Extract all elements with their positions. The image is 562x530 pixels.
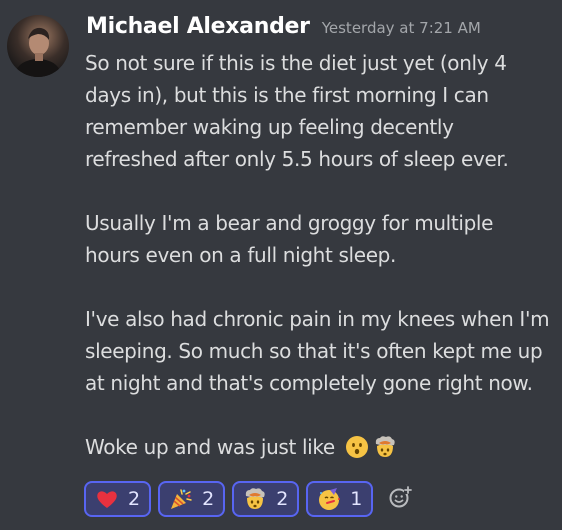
- message-header: Michael Alexander Yesterday at 7:21 AM: [86, 14, 481, 50]
- partying-face-icon: [317, 487, 341, 511]
- message-line: hours even on a full night sleep.: [85, 243, 397, 267]
- message-line: So not sure if this is the diet just yet…: [85, 51, 507, 75]
- message-line: refreshed after only 5.5 hours of sleep …: [85, 147, 509, 171]
- reaction-count: 2: [276, 488, 289, 510]
- reaction-party-popper[interactable]: 2: [158, 481, 226, 517]
- exploding-head-icon: [243, 487, 267, 511]
- reaction-partying-face[interactable]: 1: [306, 481, 374, 517]
- reaction-count: 2: [202, 488, 215, 510]
- add-reaction-icon: [388, 485, 413, 513]
- exploding-head-icon[interactable]: [373, 435, 397, 459]
- reaction-count: 1: [350, 488, 363, 510]
- party-popper-icon: [169, 487, 193, 511]
- reaction-count: 2: [128, 488, 141, 510]
- username[interactable]: Michael Alexander: [86, 14, 310, 39]
- timestamp[interactable]: Yesterday at 7:21 AM: [322, 19, 481, 37]
- message-line: remember waking up feeling decently: [85, 115, 454, 139]
- reactions-bar: 2 2 2 1: [84, 481, 418, 517]
- message-line: days in), but this is the first morning …: [85, 83, 489, 107]
- reaction-exploding-head[interactable]: 2: [232, 481, 300, 517]
- message-last-line: Woke up and was just like: [85, 431, 555, 463]
- avatar[interactable]: [7, 15, 69, 77]
- add-reaction-button[interactable]: [382, 481, 418, 517]
- reaction-heart[interactable]: 2: [84, 481, 152, 517]
- message-line: sleeping. So much so that it's often kep…: [85, 339, 543, 363]
- message-content: So not sure if this is the diet just yet…: [85, 47, 555, 463]
- hushed-face-icon[interactable]: [345, 435, 369, 459]
- message-line: Usually I'm a bear and groggy for multip…: [85, 211, 494, 235]
- red-heart-icon: [95, 487, 119, 511]
- message-line: at night and that's completely gone righ…: [85, 371, 533, 395]
- chat-message: Michael Alexander Yesterday at 7:21 AM S…: [0, 0, 562, 530]
- message-line: I've also had chronic pain in my knees w…: [85, 307, 550, 331]
- message-line: Woke up and was just like: [85, 435, 335, 459]
